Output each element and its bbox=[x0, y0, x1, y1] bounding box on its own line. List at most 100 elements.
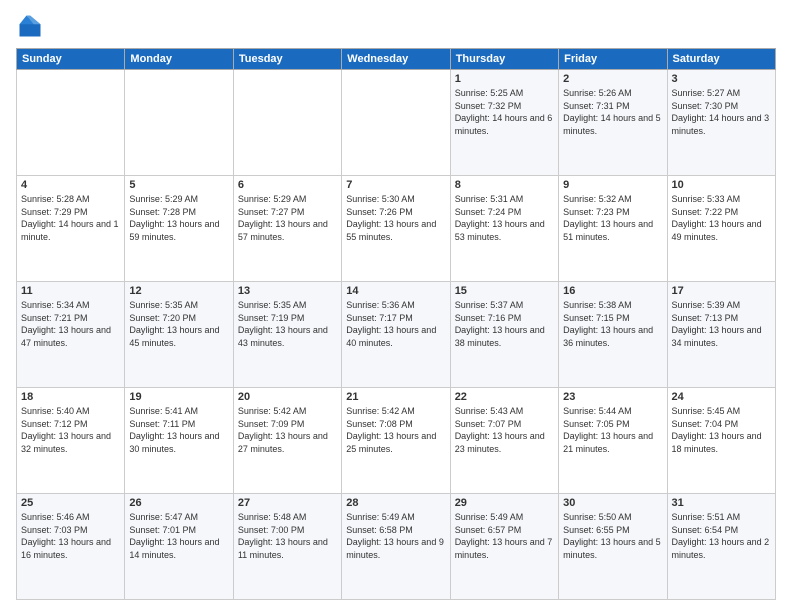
calendar-cell: 19 Sunrise: 5:41 AM Sunset: 7:11 PM Dayli… bbox=[125, 388, 233, 494]
week-row-5: 25 Sunrise: 5:46 AM Sunset: 7:03 PM Dayli… bbox=[17, 494, 776, 600]
logo bbox=[16, 12, 48, 40]
calendar-cell: 31 Sunrise: 5:51 AM Sunset: 6:54 PM Dayli… bbox=[667, 494, 775, 600]
day-number: 28 bbox=[346, 497, 445, 509]
cell-info: Sunrise: 5:29 AM Sunset: 7:27 PM Dayligh… bbox=[238, 193, 337, 243]
cell-info: Sunrise: 5:32 AM Sunset: 7:23 PM Dayligh… bbox=[563, 193, 662, 243]
day-number: 19 bbox=[129, 391, 228, 403]
weekday-header-tuesday: Tuesday bbox=[233, 49, 341, 70]
calendar-cell: 9 Sunrise: 5:32 AM Sunset: 7:23 PM Daylig… bbox=[559, 176, 667, 282]
calendar-cell: 27 Sunrise: 5:48 AM Sunset: 7:00 PM Dayli… bbox=[233, 494, 341, 600]
header bbox=[16, 12, 776, 40]
cell-info: Sunrise: 5:40 AM Sunset: 7:12 PM Dayligh… bbox=[21, 405, 120, 455]
day-number: 6 bbox=[238, 179, 337, 191]
calendar-cell: 13 Sunrise: 5:35 AM Sunset: 7:19 PM Dayli… bbox=[233, 282, 341, 388]
cell-info: Sunrise: 5:43 AM Sunset: 7:07 PM Dayligh… bbox=[455, 405, 554, 455]
day-number: 4 bbox=[21, 179, 120, 191]
cell-info: Sunrise: 5:45 AM Sunset: 7:04 PM Dayligh… bbox=[672, 405, 771, 455]
cell-info: Sunrise: 5:34 AM Sunset: 7:21 PM Dayligh… bbox=[21, 299, 120, 349]
cell-info: Sunrise: 5:38 AM Sunset: 7:15 PM Dayligh… bbox=[563, 299, 662, 349]
day-number: 21 bbox=[346, 391, 445, 403]
calendar-cell: 22 Sunrise: 5:43 AM Sunset: 7:07 PM Dayli… bbox=[450, 388, 558, 494]
calendar-cell: 23Sunrise: 5:44 AM Sunset: 7:05 PM Dayli… bbox=[559, 388, 667, 494]
day-number: 1 bbox=[455, 73, 554, 85]
cell-info: Sunrise: 5:41 AM Sunset: 7:11 PM Dayligh… bbox=[129, 405, 228, 455]
calendar-cell: 16 Sunrise: 5:38 AM Sunset: 7:15 PM Dayli… bbox=[559, 282, 667, 388]
cell-info: Sunrise: 5:35 AM Sunset: 7:19 PM Dayligh… bbox=[238, 299, 337, 349]
cell-info: Sunrise: 5:46 AM Sunset: 7:03 PM Dayligh… bbox=[21, 511, 120, 561]
day-number: 15 bbox=[455, 285, 554, 297]
day-number: 7 bbox=[346, 179, 445, 191]
calendar-cell: 2 Sunrise: 5:26 AM Sunset: 7:31 PM Daylig… bbox=[559, 70, 667, 176]
calendar-cell: 14 Sunrise: 5:36 AM Sunset: 7:17 PM Dayli… bbox=[342, 282, 450, 388]
day-number: 10 bbox=[672, 179, 771, 191]
day-number: 18 bbox=[21, 391, 120, 403]
week-row-3: 11Sunrise: 5:34 AM Sunset: 7:21 PM Dayli… bbox=[17, 282, 776, 388]
week-row-4: 18 Sunrise: 5:40 AM Sunset: 7:12 PM Dayli… bbox=[17, 388, 776, 494]
cell-info: Sunrise: 5:33 AM Sunset: 7:22 PM Dayligh… bbox=[672, 193, 771, 243]
calendar-cell: 28 Sunrise: 5:49 AM Sunset: 6:58 PM Dayli… bbox=[342, 494, 450, 600]
cell-info: Sunrise: 5:26 AM Sunset: 7:31 PM Dayligh… bbox=[563, 87, 662, 137]
cell-info: Sunrise: 5:42 AM Sunset: 7:08 PM Dayligh… bbox=[346, 405, 445, 455]
cell-info: Sunrise: 5:35 AM Sunset: 7:20 PM Dayligh… bbox=[129, 299, 228, 349]
calendar-cell: 17Sunrise: 5:39 AM Sunset: 7:13 PM Dayli… bbox=[667, 282, 775, 388]
week-row-1: 1Sunrise: 5:25 AM Sunset: 7:32 PM Daylig… bbox=[17, 70, 776, 176]
calendar-cell: 10 Sunrise: 5:33 AM Sunset: 7:22 PM Dayli… bbox=[667, 176, 775, 282]
day-number: 31 bbox=[672, 497, 771, 509]
calendar-cell: 6 Sunrise: 5:29 AM Sunset: 7:27 PM Daylig… bbox=[233, 176, 341, 282]
logo-icon bbox=[16, 12, 44, 40]
day-number: 2 bbox=[563, 73, 662, 85]
cell-info: Sunrise: 5:39 AM Sunset: 7:13 PM Dayligh… bbox=[672, 299, 771, 349]
calendar-cell: 12 Sunrise: 5:35 AM Sunset: 7:20 PM Dayli… bbox=[125, 282, 233, 388]
calendar-cell: 5 Sunrise: 5:29 AM Sunset: 7:28 PM Daylig… bbox=[125, 176, 233, 282]
cell-info: Sunrise: 5:49 AM Sunset: 6:58 PM Dayligh… bbox=[346, 511, 445, 561]
day-number: 24 bbox=[672, 391, 771, 403]
cell-info: Sunrise: 5:49 AM Sunset: 6:57 PM Dayligh… bbox=[455, 511, 554, 561]
calendar-cell bbox=[342, 70, 450, 176]
calendar-cell: 21 Sunrise: 5:42 AM Sunset: 7:08 PM Dayli… bbox=[342, 388, 450, 494]
calendar-cell: 30 Sunrise: 5:50 AM Sunset: 6:55 PM Dayli… bbox=[559, 494, 667, 600]
cell-info: Sunrise: 5:42 AM Sunset: 7:09 PM Dayligh… bbox=[238, 405, 337, 455]
cell-info: Sunrise: 5:47 AM Sunset: 7:01 PM Dayligh… bbox=[129, 511, 228, 561]
calendar-cell: 3 Sunrise: 5:27 AM Sunset: 7:30 PM Daylig… bbox=[667, 70, 775, 176]
day-number: 14 bbox=[346, 285, 445, 297]
calendar-cell: 8 Sunrise: 5:31 AM Sunset: 7:24 PM Daylig… bbox=[450, 176, 558, 282]
day-number: 9 bbox=[563, 179, 662, 191]
weekday-header-thursday: Thursday bbox=[450, 49, 558, 70]
cell-info: Sunrise: 5:29 AM Sunset: 7:28 PM Dayligh… bbox=[129, 193, 228, 243]
cell-info: Sunrise: 5:51 AM Sunset: 6:54 PM Dayligh… bbox=[672, 511, 771, 561]
week-row-2: 4 Sunrise: 5:28 AM Sunset: 7:29 PM Daylig… bbox=[17, 176, 776, 282]
day-number: 30 bbox=[563, 497, 662, 509]
calendar-cell: 18 Sunrise: 5:40 AM Sunset: 7:12 PM Dayli… bbox=[17, 388, 125, 494]
weekday-header-saturday: Saturday bbox=[667, 49, 775, 70]
calendar-cell bbox=[17, 70, 125, 176]
weekday-header-friday: Friday bbox=[559, 49, 667, 70]
day-number: 27 bbox=[238, 497, 337, 509]
day-number: 3 bbox=[672, 73, 771, 85]
day-number: 8 bbox=[455, 179, 554, 191]
calendar-cell: 1Sunrise: 5:25 AM Sunset: 7:32 PM Daylig… bbox=[450, 70, 558, 176]
calendar-cell: 20Sunrise: 5:42 AM Sunset: 7:09 PM Dayli… bbox=[233, 388, 341, 494]
day-number: 16 bbox=[563, 285, 662, 297]
page: SundayMondayTuesdayWednesdayThursdayFrid… bbox=[0, 0, 792, 612]
day-number: 12 bbox=[129, 285, 228, 297]
weekday-header-monday: Monday bbox=[125, 49, 233, 70]
day-number: 26 bbox=[129, 497, 228, 509]
cell-info: Sunrise: 5:30 AM Sunset: 7:26 PM Dayligh… bbox=[346, 193, 445, 243]
calendar-cell: 7 Sunrise: 5:30 AM Sunset: 7:26 PM Daylig… bbox=[342, 176, 450, 282]
weekday-header-sunday: Sunday bbox=[17, 49, 125, 70]
cell-info: Sunrise: 5:50 AM Sunset: 6:55 PM Dayligh… bbox=[563, 511, 662, 561]
weekday-header-wednesday: Wednesday bbox=[342, 49, 450, 70]
calendar-cell: 24 Sunrise: 5:45 AM Sunset: 7:04 PM Dayli… bbox=[667, 388, 775, 494]
cell-info: Sunrise: 5:36 AM Sunset: 7:17 PM Dayligh… bbox=[346, 299, 445, 349]
calendar-cell bbox=[125, 70, 233, 176]
day-number: 13 bbox=[238, 285, 337, 297]
calendar-cell: 26 Sunrise: 5:47 AM Sunset: 7:01 PM Dayli… bbox=[125, 494, 233, 600]
cell-info: Sunrise: 5:27 AM Sunset: 7:30 PM Dayligh… bbox=[672, 87, 771, 137]
day-number: 22 bbox=[455, 391, 554, 403]
cell-info: Sunrise: 5:31 AM Sunset: 7:24 PM Dayligh… bbox=[455, 193, 554, 243]
day-number: 5 bbox=[129, 179, 228, 191]
calendar-cell: 15Sunrise: 5:37 AM Sunset: 7:16 PM Dayli… bbox=[450, 282, 558, 388]
cell-info: Sunrise: 5:48 AM Sunset: 7:00 PM Dayligh… bbox=[238, 511, 337, 561]
cell-info: Sunrise: 5:28 AM Sunset: 7:29 PM Dayligh… bbox=[21, 193, 120, 243]
day-number: 25 bbox=[21, 497, 120, 509]
